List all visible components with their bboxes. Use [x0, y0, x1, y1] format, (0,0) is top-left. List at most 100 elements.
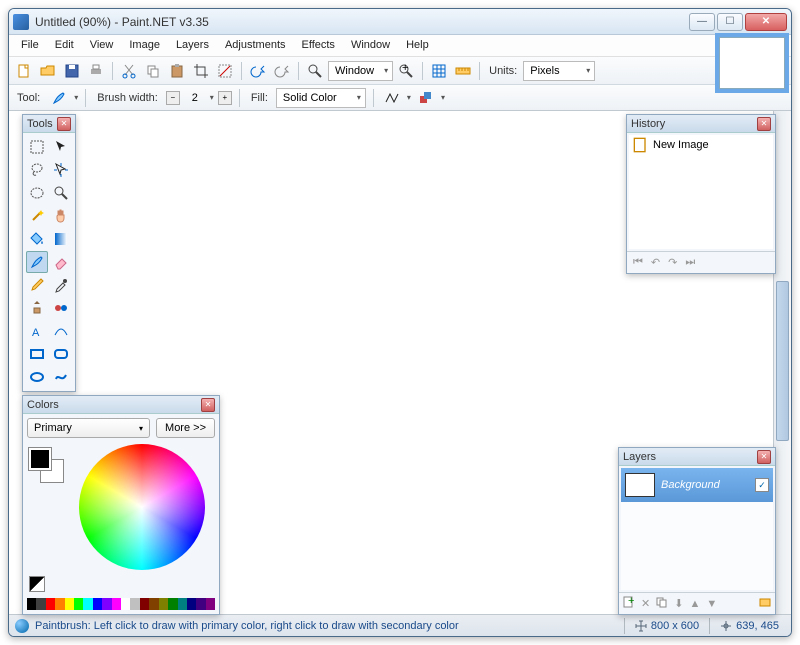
menu-edit[interactable]: Edit [47, 35, 82, 56]
tool-clone-stamp[interactable] [26, 297, 48, 319]
palette-cell[interactable] [65, 598, 74, 610]
current-tool-icon[interactable] [48, 87, 70, 109]
redo-button[interactable] [271, 60, 293, 82]
layer-row[interactable]: Background ✓ [621, 468, 773, 502]
layer-duplicate-button[interactable] [656, 596, 668, 611]
tool-freeform[interactable] [50, 366, 72, 388]
history-ffwd-button[interactable]: ⏭ [685, 256, 695, 269]
tool-pan[interactable] [50, 205, 72, 227]
tool-recolor[interactable] [50, 297, 72, 319]
history-redo-button[interactable]: ↷ [668, 256, 677, 269]
layers-panel-close[interactable] [757, 450, 771, 464]
menu-layers[interactable]: Layers [168, 35, 217, 56]
color-palette[interactable] [27, 598, 215, 610]
zoom-in-button[interactable]: + [395, 60, 417, 82]
menu-file[interactable]: File [13, 35, 47, 56]
open-file-button[interactable] [37, 60, 59, 82]
palette-cell[interactable] [83, 598, 92, 610]
tool-pencil[interactable] [26, 274, 48, 296]
tool-paint-bucket[interactable] [26, 228, 48, 250]
tool-zoom[interactable] [50, 182, 72, 204]
tool-color-picker[interactable] [50, 274, 72, 296]
colors-panel-close[interactable] [201, 398, 215, 412]
palette-cell[interactable] [178, 598, 187, 610]
tool-line[interactable] [50, 320, 72, 342]
history-panel-close[interactable] [757, 117, 771, 131]
palette-cell[interactable] [112, 598, 121, 610]
palette-cell[interactable] [121, 598, 130, 610]
tools-panel[interactable]: Tools A [22, 114, 76, 392]
history-panel[interactable]: History New Image ⏮ ↶ ↷ ⏭ [626, 114, 776, 274]
palette-cell[interactable] [93, 598, 102, 610]
colors-panel[interactable]: Colors Primary More >> [22, 395, 220, 615]
history-list[interactable]: New Image [629, 135, 773, 249]
tools-panel-close[interactable] [57, 117, 71, 131]
titlebar[interactable]: Untitled (90%) - Paint.NET v3.35 [9, 9, 791, 35]
tool-gradient[interactable] [50, 228, 72, 250]
layer-merge-button[interactable]: ⬇ [674, 597, 683, 610]
palette-cell[interactable] [102, 598, 111, 610]
menu-window[interactable]: Window [343, 35, 398, 56]
palette-cell[interactable] [36, 598, 45, 610]
tool-rounded-rect[interactable] [50, 343, 72, 365]
palette-cell[interactable] [46, 598, 55, 610]
tool-text[interactable]: A [26, 320, 48, 342]
copy-button[interactable] [142, 60, 164, 82]
layers-panel[interactable]: Layers Background ✓ + ✕ ⬇ ▲ ▼ [618, 447, 776, 615]
tool-paintbrush[interactable] [26, 251, 48, 273]
save-button[interactable] [61, 60, 83, 82]
menu-view[interactable]: View [82, 35, 122, 56]
layer-up-button[interactable]: ▲ [689, 598, 700, 610]
palette-cell[interactable] [55, 598, 64, 610]
menu-image[interactable]: Image [121, 35, 168, 56]
tool-move-pixels[interactable] [50, 159, 72, 181]
units-dropdown[interactable]: Pixels [523, 61, 595, 81]
layers-list[interactable]: Background ✓ [621, 468, 773, 590]
palette-cell[interactable] [187, 598, 196, 610]
color-swatches[interactable] [29, 448, 69, 488]
minimize-button[interactable] [689, 13, 715, 31]
tool-ellipse[interactable] [26, 366, 48, 388]
palette-cell[interactable] [140, 598, 149, 610]
print-button[interactable] [85, 60, 107, 82]
palette-cell[interactable] [196, 598, 205, 610]
crop-button[interactable] [190, 60, 212, 82]
menu-effects[interactable]: Effects [294, 35, 343, 56]
palette-cell[interactable] [168, 598, 177, 610]
history-rewind-button[interactable]: ⏮ [633, 256, 643, 269]
fill-dropdown[interactable]: Solid Color [276, 88, 366, 108]
grid-button[interactable] [428, 60, 450, 82]
history-item[interactable]: New Image [629, 135, 773, 155]
cut-button[interactable] [118, 60, 140, 82]
layer-down-button[interactable]: ▼ [706, 598, 717, 610]
reset-colors-button[interactable] [29, 576, 45, 592]
deselect-button[interactable] [214, 60, 236, 82]
tool-lasso[interactable] [26, 159, 48, 181]
brush-width-dec[interactable]: − [166, 91, 180, 105]
blend-button[interactable] [415, 87, 437, 109]
paste-button[interactable] [166, 60, 188, 82]
layer-visibility-checkbox[interactable]: ✓ [755, 478, 769, 492]
layer-delete-button[interactable]: ✕ [641, 597, 650, 610]
palette-cell[interactable] [149, 598, 158, 610]
color-selector-dropdown[interactable]: Primary [27, 418, 150, 438]
menu-adjustments[interactable]: Adjustments [217, 35, 294, 56]
palette-cell[interactable] [206, 598, 215, 610]
palette-cell[interactable] [130, 598, 139, 610]
tool-rect-select[interactable] [26, 136, 48, 158]
zoom-dropdown-icon[interactable] [304, 60, 326, 82]
tool-ellipse-select[interactable] [26, 182, 48, 204]
menu-help[interactable]: Help [398, 35, 437, 56]
layer-properties-button[interactable] [759, 596, 771, 611]
close-button[interactable] [745, 13, 787, 31]
tool-rectangle[interactable] [26, 343, 48, 365]
tool-eraser[interactable] [50, 251, 72, 273]
brush-width-inc[interactable]: + [218, 91, 232, 105]
colors-more-button[interactable]: More >> [156, 418, 215, 438]
palette-cell[interactable] [74, 598, 83, 610]
layer-add-button[interactable]: + [623, 596, 635, 611]
ruler-button[interactable] [452, 60, 474, 82]
document-thumbnail[interactable] [719, 37, 785, 89]
maximize-button[interactable] [717, 13, 743, 31]
new-file-button[interactable] [13, 60, 35, 82]
